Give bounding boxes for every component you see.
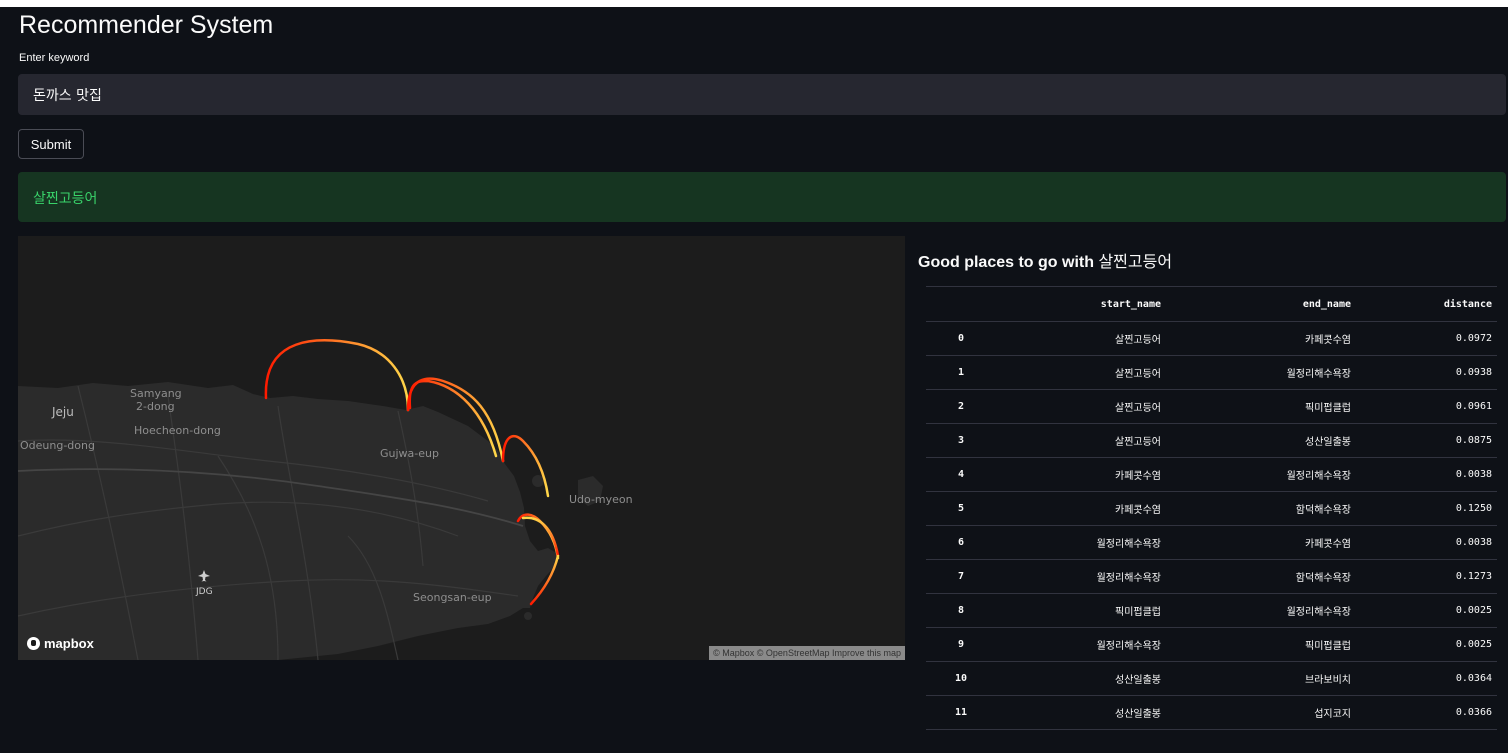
start-name-cell: 카페콧수염 (996, 457, 1166, 492)
column-header-end-name[interactable]: end_name (1166, 286, 1356, 322)
table-row: 0 살찐고등어 카페콧수염 0.0972 (926, 321, 1497, 356)
table-header-row: start_name end_name distance (926, 286, 1497, 322)
submit-button[interactable]: Submit (18, 129, 84, 159)
row-index: 1 (926, 355, 996, 390)
mapbox-logo-text: mapbox (44, 636, 94, 651)
distance-cell: 0.0961 (1356, 389, 1497, 424)
table-row: 4 카페콧수염 월정리해수욕장 0.0038 (926, 457, 1497, 492)
row-index: 3 (926, 423, 996, 458)
end-name-cell: 브라보비치 (1166, 661, 1356, 696)
row-index: 10 (926, 661, 996, 696)
top-header-bar (0, 0, 1508, 7)
table-row: 3 살찐고등어 성산일출봉 0.0875 (926, 423, 1497, 458)
table-row: 1 살찐고등어 월정리해수욕장 0.0938 (926, 355, 1497, 390)
distance-cell: 0.0875 (1356, 423, 1497, 458)
end-name-cell: 섭지코지 (1166, 695, 1356, 730)
row-index: 5 (926, 491, 996, 526)
start-name-cell: 픽미펍클럽 (996, 593, 1166, 628)
page-title: Recommender System (19, 11, 274, 39)
recommendation-table: start_name end_name distance 0 살찐고등어 카페콧수염… (926, 286, 1497, 730)
app-page: Recommender System Enter keyword Submit … (0, 0, 1508, 753)
column-header-index (926, 286, 996, 322)
distance-cell: 0.0025 (1356, 593, 1497, 628)
map-label-gujwa: Gujwa-eup (380, 447, 439, 460)
mapbox-logo[interactable]: mapbox (27, 636, 94, 651)
start-name-cell: 살찐고등어 (996, 321, 1166, 356)
start-name-cell: 성산일출봉 (996, 695, 1166, 730)
map-label-odeung: Odeung-dong (20, 439, 95, 452)
end-name-cell: 월정리해수욕장 (1166, 457, 1356, 492)
column-header-start-name[interactable]: start_name (996, 286, 1166, 322)
distance-cell: 0.0025 (1356, 627, 1497, 662)
table-row: 8 픽미펍클럽 월정리해수욕장 0.0025 (926, 593, 1497, 628)
row-index: 7 (926, 559, 996, 594)
route-map[interactable]: Jeju Samyang 2-dong Hoecheon-dong Odeung… (18, 236, 905, 660)
table-row: 11 성산일출봉 섭지코지 0.0366 (926, 695, 1497, 730)
start-name-cell: 월정리해수욕장 (996, 525, 1166, 560)
row-index: 6 (926, 525, 996, 560)
start-name-cell: 월정리해수욕장 (996, 559, 1166, 594)
start-name-cell: 월정리해수욕장 (996, 627, 1166, 662)
map-label-samyang: Samyang (130, 387, 182, 400)
table-title-place: 살찐고등어 (1098, 252, 1173, 271)
end-name-cell: 카페콧수염 (1166, 525, 1356, 560)
end-name-cell: 픽미펍클럽 (1166, 389, 1356, 424)
end-name-cell: 월정리해수욕장 (1166, 355, 1356, 390)
table-row: 2 살찐고등어 픽미펍클럽 0.0961 (926, 389, 1497, 424)
table-title-prefix: Good places to go with (918, 254, 1099, 271)
mapbox-logo-icon (27, 637, 40, 650)
keyword-input[interactable] (18, 74, 1506, 115)
table-row: 5 카페콧수염 함덕해수욕장 0.1250 (926, 491, 1497, 526)
row-index: 2 (926, 389, 996, 424)
column-header-distance[interactable]: distance (1356, 286, 1497, 322)
end-name-cell: 함덕해수욕장 (1166, 491, 1356, 526)
map-label-jeju: Jeju (52, 405, 74, 419)
distance-cell: 0.0364 (1356, 661, 1497, 696)
row-index: 8 (926, 593, 996, 628)
end-name-cell: 월정리해수욕장 (1166, 593, 1356, 628)
end-name-cell: 카페콧수염 (1166, 321, 1356, 356)
start-name-cell: 살찐고등어 (996, 355, 1166, 390)
end-name-cell: 함덕해수욕장 (1166, 559, 1356, 594)
table-row: 10 성산일출봉 브라보비치 0.0364 (926, 661, 1497, 696)
row-index: 9 (926, 627, 996, 662)
end-name-cell: 픽미펍클럽 (1166, 627, 1356, 662)
keyword-input-label: Enter keyword (19, 52, 90, 64)
distance-cell: 0.0938 (1356, 355, 1497, 390)
table-title: Good places to go with 살찐고등어 (918, 248, 1172, 272)
row-index: 0 (926, 321, 996, 356)
row-index: 11 (926, 695, 996, 730)
map-attribution[interactable]: © Mapbox © OpenStreetMap Improve this ma… (709, 646, 905, 660)
start-name-cell: 카페콧수염 (996, 491, 1166, 526)
distance-cell: 0.1273 (1356, 559, 1497, 594)
distance-cell: 0.1250 (1356, 491, 1497, 526)
row-index: 4 (926, 457, 996, 492)
start-name-cell: 성산일출봉 (996, 661, 1166, 696)
distance-cell: 0.0038 (1356, 457, 1497, 492)
map-label-samyang-2dong: 2-dong (136, 400, 175, 413)
map-label-seongsan: Seongsan-eup (413, 591, 492, 604)
distance-cell: 0.0972 (1356, 321, 1497, 356)
map-label-udo: Udo-myeon (569, 493, 633, 506)
end-name-cell: 성산일출봉 (1166, 423, 1356, 458)
table-row: 6 월정리해수욕장 카페콧수염 0.0038 (926, 525, 1497, 560)
start-name-cell: 살찐고등어 (996, 423, 1166, 458)
start-name-cell: 살찐고등어 (996, 389, 1166, 424)
table-row: 9 월정리해수욕장 픽미펍클럽 0.0025 (926, 627, 1497, 662)
map-label-jdg: JDG (196, 587, 213, 597)
distance-cell: 0.0366 (1356, 695, 1497, 730)
distance-cell: 0.0038 (1356, 525, 1497, 560)
table-row: 7 월정리해수욕장 함덕해수욕장 0.1273 (926, 559, 1497, 594)
map-label-hoecheon: Hoecheon-dong (134, 424, 221, 437)
result-success-alert: 살찐고등어 (18, 172, 1506, 222)
